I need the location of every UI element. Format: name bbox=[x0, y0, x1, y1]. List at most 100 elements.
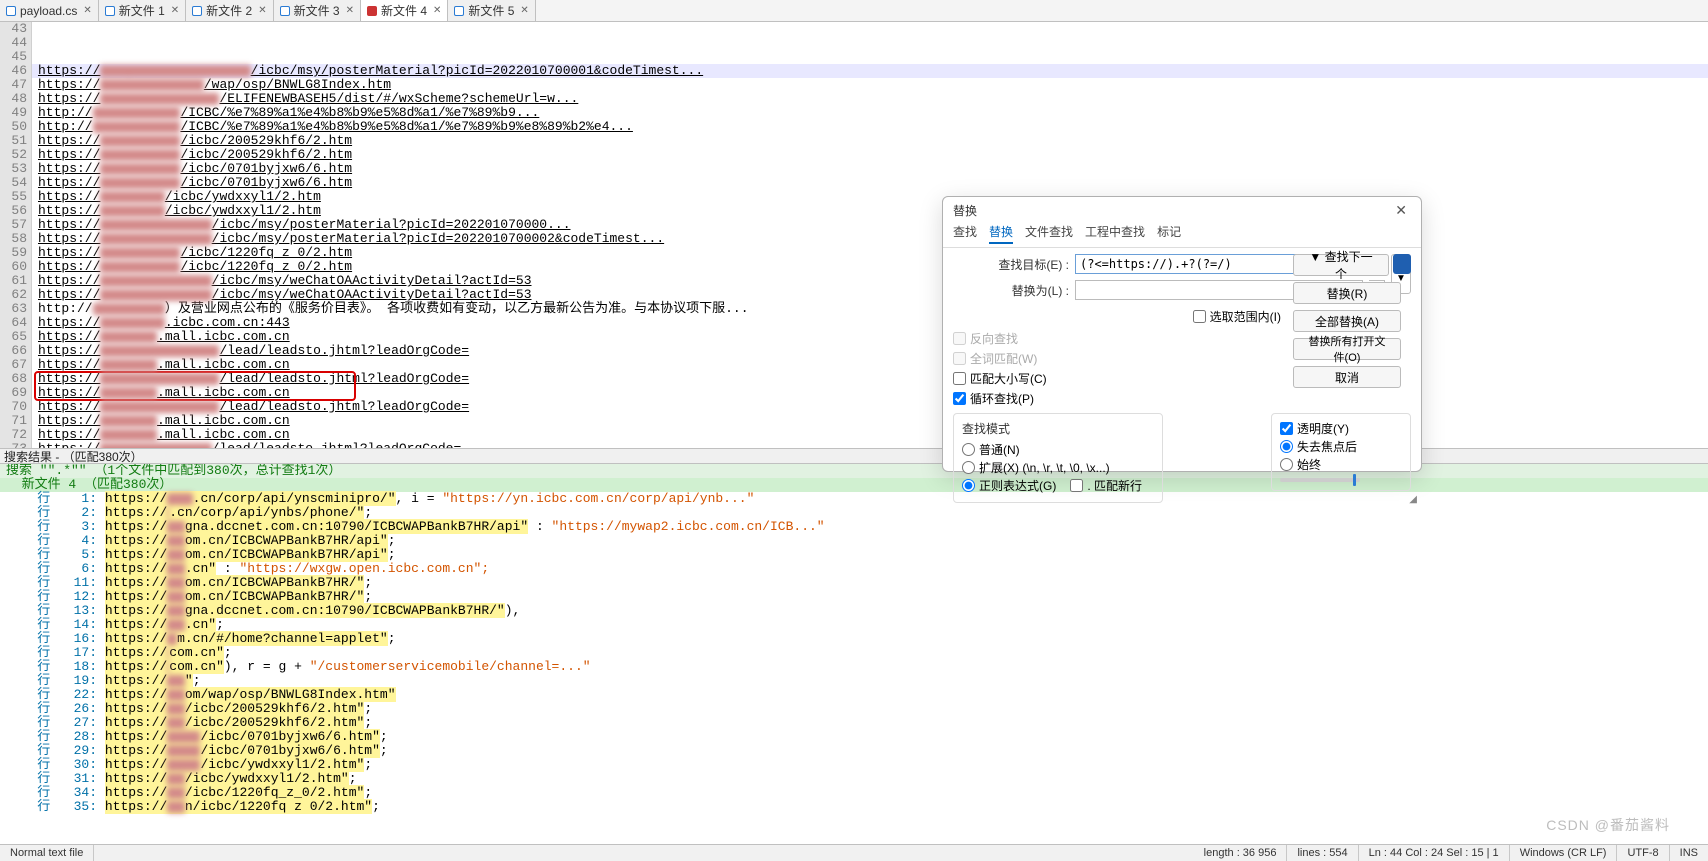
find-next-button[interactable]: ▼ 查找下一个 bbox=[1293, 254, 1389, 276]
close-icon[interactable]: ✕ bbox=[518, 5, 528, 16]
replace-button[interactable]: 替换(R) bbox=[1293, 282, 1401, 304]
code-line[interactable]: https://cha****.mall.icbc.com.cn bbox=[32, 428, 1708, 442]
result-line[interactable]: 行 28: https://m.ic/icbc/0701byjxw6/6.htm… bbox=[0, 730, 1708, 744]
code-line[interactable]: https://pi***bc.com.cn/icbc/msy/posterMa… bbox=[32, 232, 1708, 246]
code-line[interactable]: https://m.***.cn/icbc/ywdxxyl1/2.htm bbox=[32, 190, 1708, 204]
code-line[interactable]: https://m.***.cn/icbc/ywdxxyl1/2.htm bbox=[32, 204, 1708, 218]
code-line[interactable]: http://www.***m.cn/ICBC/%e7%89%a1%e4%b8%… bbox=[32, 106, 1708, 120]
close-icon[interactable]: ✕ bbox=[81, 5, 91, 16]
transparency-slider[interactable] bbox=[1280, 478, 1360, 482]
code-line[interactable]: https://pi***bc.com.cn/icbc/msy/weChatOA… bbox=[32, 288, 1708, 302]
dialog-tab[interactable]: 工程中查找 bbox=[1085, 223, 1145, 244]
result-line[interactable]: 行 13: https://wagna.dccnet.com.cn:10790/… bbox=[0, 604, 1708, 618]
result-line[interactable]: 行 11: https://myom.cn/ICBCWAPBankB7HR/"; bbox=[0, 576, 1708, 590]
file-icon bbox=[367, 6, 377, 16]
document-tab[interactable]: 新文件 5✕ bbox=[448, 0, 535, 21]
result-line[interactable]: 行 35: https://m.n/icbc/1220fq z 0/2.htm"… bbox=[0, 800, 1708, 814]
result-line[interactable]: 行 19: https://m."; bbox=[0, 674, 1708, 688]
result-line[interactable]: 行 16: https://mm.cn/#/home?channel=apple… bbox=[0, 632, 1708, 646]
code-line[interactable]: https://m.****a.cn/icbc/200529khf6/2.htm bbox=[32, 148, 1708, 162]
close-icon[interactable]: ✕ bbox=[169, 5, 179, 16]
code-line[interactable]: https://m.***bc.com.cn/lead/leadsto.jhtm… bbox=[32, 442, 1708, 448]
results-panel[interactable]: 搜索 "".*"" （1个文件中匹配到380次，总计查找1次） 新文件 4 （匹… bbox=[0, 464, 1708, 844]
code-line[interactable]: https://m.****a.cn/icbc/0701byjxw6/6.htm bbox=[32, 162, 1708, 176]
code-line[interactable]: https://cha****.mall.icbc.com.cn bbox=[32, 386, 1708, 400]
code-line[interactable]: https://cha****.mall.icbc.com.cn bbox=[32, 358, 1708, 372]
result-line[interactable]: 行 2: https://.cn/corp/api/ynbs/phone/"; bbox=[0, 506, 1708, 520]
code-line[interactable]: https://m.m***bc.com.cn/lead/leadsto.jht… bbox=[32, 400, 1708, 414]
transparency-group: 透明度(Y) 失去焦点后 始终 bbox=[1271, 413, 1411, 491]
mode-extended-radio[interactable]: 扩展(X) (\n, \r, \t, \0, \x...) bbox=[962, 459, 1110, 476]
code-line[interactable]: https://m.****a.cn/icbc/1220fq_z_0/2.htm bbox=[32, 246, 1708, 260]
line-number-gutter: 4344454647484950515253545556575859606162… bbox=[0, 22, 32, 448]
close-icon[interactable]: ✕ bbox=[1391, 202, 1411, 219]
mode-regex-radio[interactable]: 正则表达式(G) bbox=[962, 477, 1056, 494]
code-line[interactable]: https://pi***bc.com.cn/icbc/msy/weChatOA… bbox=[32, 274, 1708, 288]
code-line[interactable]: https://m.****a.cn/icbc/0701byjxw6/6.htm bbox=[32, 176, 1708, 190]
code-line[interactable]: http://w***om.cn）及营业网点公布的《服务价目表》。 各项收费如有… bbox=[32, 302, 1708, 316]
code-line[interactable]: https://m.m***bc.com.cn/lead/leadsto.jht… bbox=[32, 344, 1708, 358]
result-line[interactable]: 行 14: https://wa.cn"; bbox=[0, 618, 1708, 632]
dialog-tab[interactable]: 文件查找 bbox=[1025, 223, 1073, 244]
dialog-tab[interactable]: 标记 bbox=[1157, 223, 1181, 244]
mode-normal-radio[interactable]: 普通(N) bbox=[962, 441, 1020, 458]
code-line[interactable]: https://ping*** .*bc.com.cn/icbc/msy/pos… bbox=[32, 64, 1708, 78]
code-line[interactable]: https://m.****a.cn/icbc/200529khf6/2.htm bbox=[32, 134, 1708, 148]
document-tab[interactable]: payload.cs✕ bbox=[0, 0, 99, 21]
code-line[interactable]: https://eli***bc.com.cn/ELIFENEWBASEH5/d… bbox=[32, 92, 1708, 106]
replace-all-open-button[interactable]: 替换所有打开文件(O) bbox=[1293, 338, 1401, 360]
dialog-tab[interactable]: 查找 bbox=[953, 223, 977, 244]
result-line[interactable]: 新文件 4 （匹配380次） bbox=[0, 478, 1708, 492]
replace-all-button[interactable]: 全部替换(A) bbox=[1293, 310, 1401, 332]
code-line[interactable]: https://m.****a.cn/icbc/1220fq_z_0/2.htm bbox=[32, 260, 1708, 274]
close-icon[interactable]: ✕ bbox=[344, 5, 354, 16]
transparency-checkbox[interactable]: 透明度(Y) bbox=[1280, 420, 1349, 437]
result-line[interactable]: 行 26: https://m./icbc/200529khf6/2.htm"; bbox=[0, 702, 1708, 716]
close-icon[interactable]: ✕ bbox=[256, 5, 266, 16]
result-line[interactable]: 行 27: https://m./icbc/200529khf6/2.htm"; bbox=[0, 716, 1708, 730]
document-tab[interactable]: 新文件 4✕ bbox=[361, 0, 448, 21]
status-lines: lines : 554 bbox=[1287, 845, 1358, 861]
match-newline-checkbox[interactable]: . 匹配新行 bbox=[1070, 477, 1142, 494]
result-line[interactable]: 行 5: https://myom.cn/ICBCWAPBankB7HR/api… bbox=[0, 548, 1708, 562]
dialog-tab[interactable]: 替换 bbox=[989, 223, 1013, 244]
find-options-toggle[interactable] bbox=[1393, 254, 1411, 274]
result-line[interactable]: 行 30: https://m.ic/icbc/ywdxxyl1/2.htm"; bbox=[0, 758, 1708, 772]
selection-only-checkbox[interactable]: 选取范围内(I) bbox=[1193, 308, 1281, 325]
code-line[interactable]: https://wx.*****a.com/wap/osp/BNWLG8Inde… bbox=[32, 78, 1708, 92]
result-line[interactable]: 搜索 "".*"" （1个文件中匹配到380次，总计查找1次） bbox=[0, 464, 1708, 478]
result-line[interactable]: 行 34: https://m./icbc/1220fq_z_0/2.htm"; bbox=[0, 786, 1708, 800]
code-line[interactable]: https://cha****.mall.icbc.com.cn bbox=[32, 414, 1708, 428]
result-line[interactable]: 行 22: https://wxom/wap/osp/BNWLG8Index.h… bbox=[0, 688, 1708, 702]
code-line[interactable]: https://m.m***bc.com.cn/lead/leadsto.jht… bbox=[32, 372, 1708, 386]
search-mode-group: 查找模式 普通(N) 扩展(X) (\n, \r, \t, \0, \x...)… bbox=[953, 413, 1163, 503]
document-tab[interactable]: 新文件 3✕ bbox=[274, 0, 361, 21]
document-tab[interactable]: 新文件 1✕ bbox=[99, 0, 186, 21]
backward-checkbox[interactable]: 反向查找 bbox=[953, 330, 1047, 347]
result-line[interactable]: 行 4: https://myom.cn/ICBCWAPBankB7HR/api… bbox=[0, 534, 1708, 548]
code-line[interactable]: https://pi***bc.com.cn/icbc/msy/posterMa… bbox=[32, 218, 1708, 232]
cancel-button[interactable]: 取消 bbox=[1293, 366, 1401, 388]
close-icon[interactable]: ✕ bbox=[431, 5, 441, 16]
match-case-checkbox[interactable]: 匹配大小写(C) bbox=[953, 370, 1047, 387]
result-line[interactable]: 行 12: https://myom.cn/ICBCWAPBankB7HR/"; bbox=[0, 590, 1708, 604]
document-tab[interactable]: 新文件 2✕ bbox=[186, 0, 273, 21]
transparency-onlose-radio[interactable]: 失去焦点后 bbox=[1280, 438, 1357, 455]
wrap-checkbox[interactable]: 循环查找(P) bbox=[953, 390, 1047, 407]
code-view[interactable]: https://ping*** .*bc.com.cn/icbc/msy/pos… bbox=[32, 22, 1708, 448]
search-mode-legend: 查找模式 bbox=[962, 420, 1154, 437]
whole-word-checkbox[interactable]: 全词匹配(W) bbox=[953, 350, 1047, 367]
code-line[interactable]: http://www.***m.cn/ICBC/%e7%89%a1%e4%b8%… bbox=[32, 120, 1708, 134]
result-line[interactable]: 行 17: https://com.cn"; bbox=[0, 646, 1708, 660]
code-line[interactable]: https://cha****.mall.icbc.com.cn bbox=[32, 330, 1708, 344]
code-line[interactable]: https://har****0.icbc.com.cn:443 bbox=[32, 316, 1708, 330]
resize-grip-icon[interactable]: ◢ bbox=[1409, 494, 1417, 505]
result-line[interactable]: 行 3: https://wagna.dccnet.com.cn:10790/I… bbox=[0, 520, 1708, 534]
result-line[interactable]: 行 6: https://wx.cn" : "https://wxgw.open… bbox=[0, 562, 1708, 576]
replace-label: 替换为(L) : bbox=[953, 282, 1069, 299]
result-line[interactable]: 行 29: https://m.ic/icbc/0701byjxw6/6.htm… bbox=[0, 744, 1708, 758]
result-line[interactable]: 行 18: https://com.cn"), r = g + "/custom… bbox=[0, 660, 1708, 674]
transparency-always-radio[interactable]: 始终 bbox=[1280, 456, 1321, 473]
result-line[interactable]: 行 1: https://yn..cn/corp/api/ynscminipro… bbox=[0, 492, 1708, 506]
result-line[interactable]: 行 31: https://m./icbc/ywdxxyl1/2.htm"; bbox=[0, 772, 1708, 786]
